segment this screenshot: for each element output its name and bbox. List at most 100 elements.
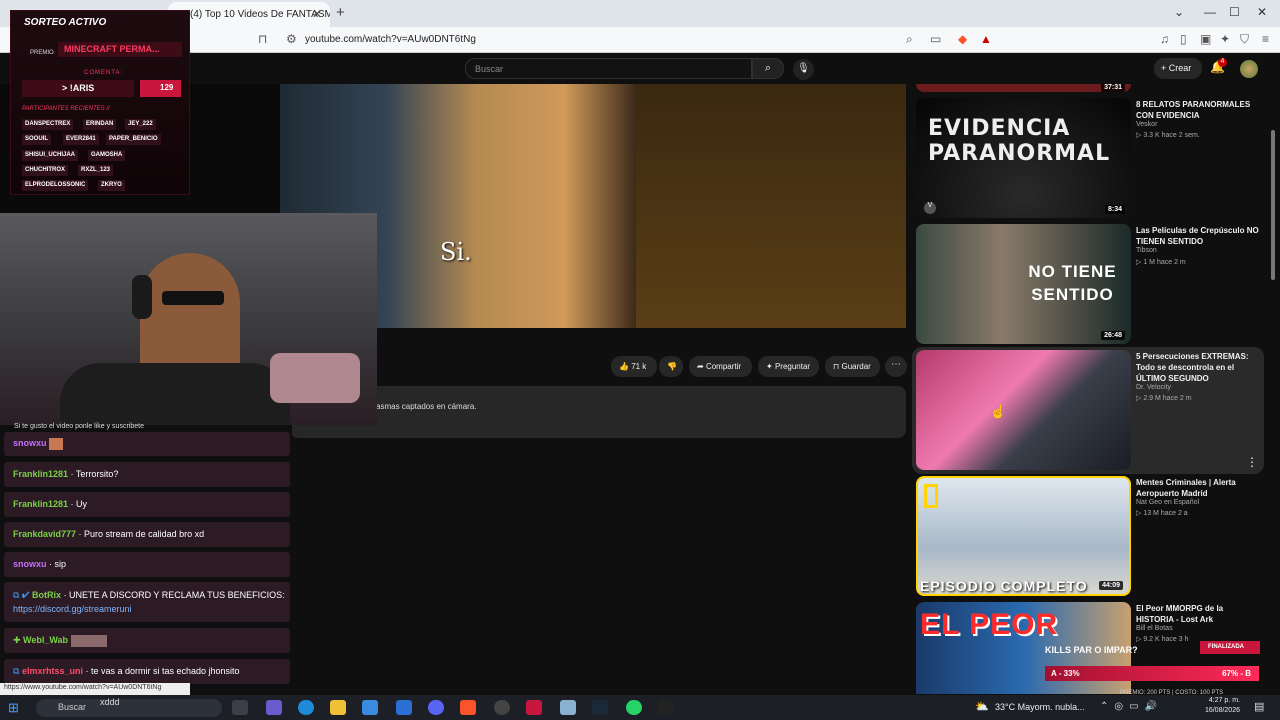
video-description[interactable]: asmas captados en cámara. xyxy=(290,386,906,438)
chat-message: Franklin1281 · Terrorsito? xyxy=(4,462,290,487)
video-thumbnail[interactable] xyxy=(916,350,1131,470)
avatar[interactable] xyxy=(1240,60,1258,78)
clock[interactable]: 4:27 p. m. 16/08/2026 xyxy=(1200,696,1240,716)
app-icon[interactable] xyxy=(526,700,542,715)
video-title[interactable]: Mentes Criminales | Alerta Aeropuerto Ma… xyxy=(1136,477,1262,499)
hand-cursor-icon: ☝ xyxy=(990,404,1007,419)
participant-chip: CHUCHITROX xyxy=(22,165,68,176)
cast-icon[interactable]: ▭ xyxy=(930,32,941,46)
video-thumbnail[interactable]: 37:31 xyxy=(916,84,1131,92)
video-meta: ▷ 2.9 M hace 2 m xyxy=(1136,395,1192,402)
more-options-icon[interactable]: ⋮ xyxy=(1246,455,1258,469)
like-button[interactable]: 👍 71 k xyxy=(611,356,657,377)
vpn-icon[interactable]: ⛉ xyxy=(1240,32,1249,47)
steam-icon[interactable] xyxy=(592,700,608,715)
copilot-icon[interactable] xyxy=(266,700,282,715)
video-title[interactable]: El Peor MMORPG de la HISTORIA - Lost Ark xyxy=(1136,603,1262,625)
streamer-body xyxy=(60,363,290,425)
media-icon[interactable]: ♫ xyxy=(1160,32,1169,46)
ai-icon[interactable]: ✦ xyxy=(1220,32,1230,46)
bookmark-icon[interactable]: ⊓ xyxy=(258,32,267,46)
obs-icon[interactable] xyxy=(494,700,510,715)
save-button[interactable]: ⊓ Guardar xyxy=(825,356,880,377)
zoom-icon[interactable]: ⌕ xyxy=(906,32,913,47)
participant-chip: JEY_222 xyxy=(125,119,156,130)
chevron-down-icon[interactable]: ⌄ xyxy=(1174,5,1184,19)
brave-shield-icon[interactable]: ◆ xyxy=(958,32,967,46)
channel-name[interactable]: Bill el Botas xyxy=(1136,625,1173,632)
tab-youtube[interactable]: (4) Top 10 Videos De FANTASMA ✕ xyxy=(168,2,330,27)
new-tab-button[interactable]: + xyxy=(336,4,345,21)
file-explorer-icon[interactable] xyxy=(330,700,346,715)
url-field[interactable]: youtube.com/watch?v=AUw0DNT6tNg xyxy=(305,34,476,45)
minimize-button[interactable]: — xyxy=(1204,5,1216,19)
plus-badge-icon: ✚ xyxy=(13,635,24,645)
poll-option-a: A - 33% xyxy=(1051,669,1080,678)
discord-icon[interactable] xyxy=(428,700,444,715)
dislike-button[interactable]: 👎 xyxy=(659,356,683,377)
video-thumbnail[interactable]: EPISODIO COMPLETO 44:09 xyxy=(916,476,1131,596)
emote-icon xyxy=(70,634,107,647)
task-view-icon[interactable] xyxy=(232,700,248,715)
video-title[interactable]: Las Películas de Crepúsculo NO TIENEN SE… xyxy=(1136,225,1262,247)
system-tray-icon[interactable]: ⌃◎▭🔊 xyxy=(1100,701,1163,712)
video-title[interactable]: 5 Persecuciones EXTREMAS: Todo se descon… xyxy=(1136,351,1262,384)
video-meta: ▷ 3.3 K hace 2 sem. xyxy=(1136,132,1200,139)
create-button[interactable]: + Crear xyxy=(1154,58,1202,79)
notification-badge: 4 xyxy=(1218,58,1227,67)
close-tab-icon[interactable]: ✕ xyxy=(312,7,322,21)
share-button[interactable]: ➦ Compartir xyxy=(689,356,752,377)
rewards-icon[interactable]: ▲ xyxy=(980,32,992,46)
chat-username: Webl_Wab xyxy=(23,635,69,645)
tab-title: (4) Top 10 Videos De FANTASMA xyxy=(190,9,330,20)
chat-caption: Si te gusto el video ponle like y suscri… xyxy=(14,423,144,430)
taskbar-search[interactable]: Buscar xyxy=(36,699,222,717)
participant-chip: RXZL_123 xyxy=(78,165,114,176)
sub-badge-icon: ⧉ xyxy=(13,666,22,676)
participant-chip: ZKRYO xyxy=(98,180,125,191)
wallet-icon[interactable]: ▣ xyxy=(1200,32,1211,46)
participant-chip: SOOUIL xyxy=(22,134,52,145)
notification-center-icon[interactable]: ▤ xyxy=(1254,700,1264,713)
site-info-icon[interactable]: ⚙ xyxy=(286,32,297,46)
channel-name[interactable]: Dr. Velocity xyxy=(1136,384,1171,391)
video-thumbnail[interactable]: EVIDENCIA PARANORMAL V 8:34 xyxy=(916,98,1131,218)
weather-text[interactable]: 33°C Mayorm. nubla... xyxy=(995,702,1085,712)
channel-name[interactable]: Veskor xyxy=(1136,121,1157,128)
whatsapp-icon[interactable] xyxy=(626,700,642,715)
headphones-icon xyxy=(132,275,152,319)
channel-name[interactable]: Nat Geo en Español xyxy=(1136,499,1199,506)
thumbnail-text: EPISODIO COMPLETO xyxy=(920,578,1088,594)
video-thumbnail[interactable]: NO TIENE SENTIDO 26:48 xyxy=(916,224,1131,344)
chat-username: snowxu xyxy=(13,559,47,569)
video-title[interactable]: 8 RELATOS PARANORMALES CON EVIDENCIA xyxy=(1136,99,1262,121)
outlook-icon[interactable] xyxy=(396,700,412,715)
close-window-button[interactable]: ✕ xyxy=(1257,5,1267,19)
chat-message: ⧉ ✔ BotRix · UNETE A DISCORD Y RECLAMA T… xyxy=(4,582,290,622)
edge-icon[interactable] xyxy=(298,700,314,715)
more-options-icon[interactable]: ⋯ xyxy=(885,356,907,377)
microphone-icon[interactable]: 🎙 xyxy=(793,59,814,80)
video-meta: ▷ 9.2 K hace 3 h xyxy=(1136,636,1189,643)
chat-link[interactable]: https://discord.gg/streameruni xyxy=(13,604,132,614)
store-icon[interactable] xyxy=(362,700,378,715)
chat-message: ⧉ elmxrhtss_uni · te vas a dormir si tas… xyxy=(4,659,290,684)
ask-button[interactable]: ✦ Preguntar xyxy=(758,356,819,377)
search-icon[interactable]: ⌕ xyxy=(752,58,784,79)
thumbnail-text: NO TIENE SENTIDO xyxy=(1028,262,1117,304)
maximize-button[interactable]: ☐ xyxy=(1229,5,1240,19)
clock-date: 16/08/2026 xyxy=(1204,707,1240,714)
menu-icon[interactable]: ≡ xyxy=(1262,32,1269,46)
brave-icon[interactable] xyxy=(460,700,476,715)
search-input[interactable]: Buscar xyxy=(465,58,752,79)
ask-label: Preguntar xyxy=(774,362,811,371)
video-meta: ▷ 1 M hace 2 m xyxy=(1136,259,1186,266)
create-label: Crear xyxy=(1168,63,1192,73)
notes-icon[interactable] xyxy=(560,700,576,715)
sidebar-icon[interactable]: ▯ xyxy=(1180,32,1187,46)
scrollbar[interactable] xyxy=(1271,130,1275,280)
capcut-icon[interactable] xyxy=(658,700,674,715)
chat-username: Frankdavid777 xyxy=(13,529,77,539)
channel-name[interactable]: Tibson xyxy=(1136,247,1157,254)
windows-start-icon[interactable]: ⊞ xyxy=(8,700,19,716)
